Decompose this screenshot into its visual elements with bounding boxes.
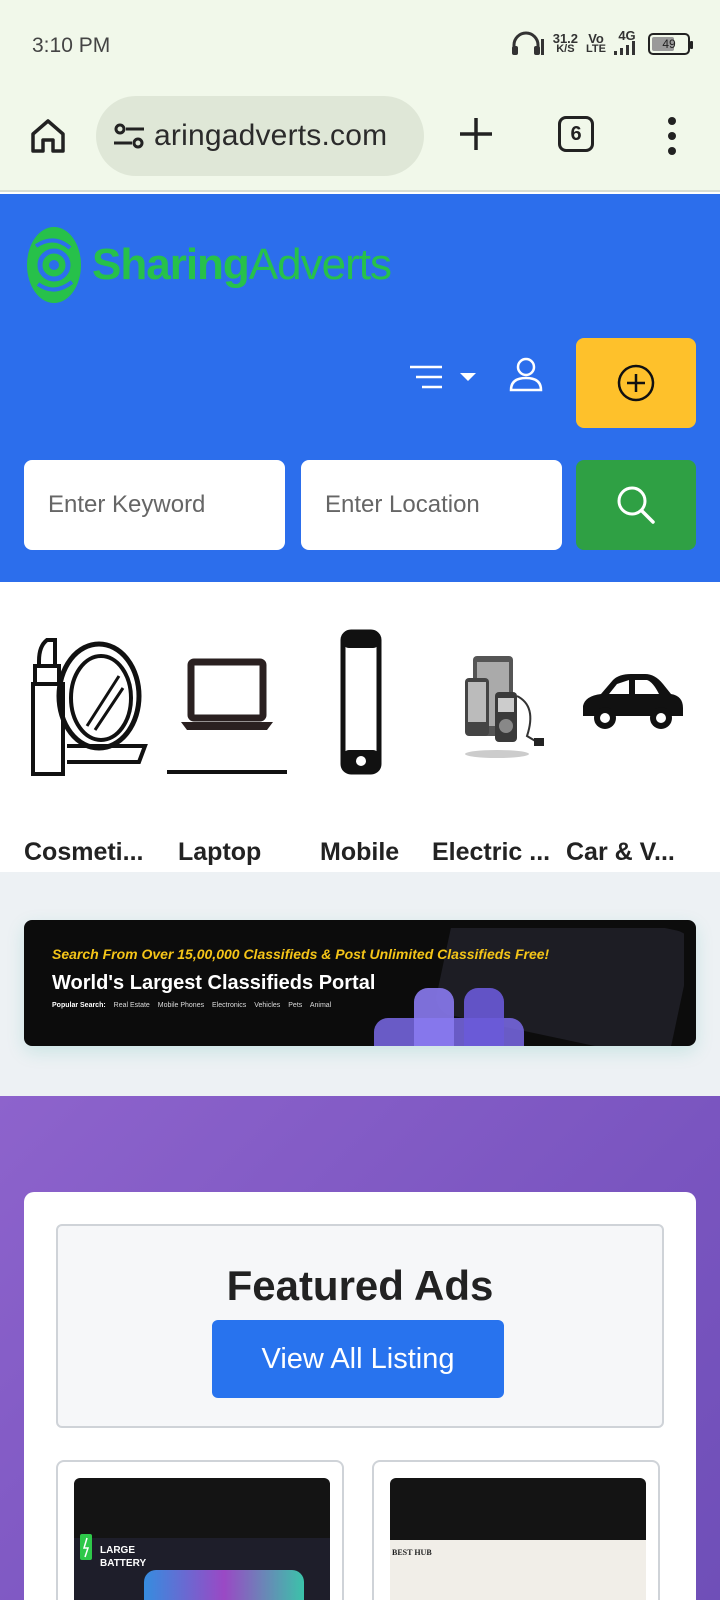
popular-search-item[interactable]: Vehicles (254, 1002, 280, 1009)
signal-icon (614, 41, 635, 55)
banner-section: Search From Over 15,00,000 Classifieds &… (0, 872, 720, 1096)
plus-circle-icon (617, 364, 655, 402)
volte-indicator: Vo LTE (586, 31, 606, 55)
car-icon (583, 674, 683, 729)
popular-search: Popular Search: Real Estate Mobile Phone… (52, 1002, 337, 1009)
cosmetics-icon (31, 638, 148, 776)
mobile-icon (340, 629, 382, 775)
ad-image: BEST HUB (390, 1478, 646, 1600)
category-label: Laptop (178, 838, 262, 866)
category-label: Car & V... (566, 838, 675, 866)
status-icons: 31.2 K/S Vo LTE 4G 49 (511, 29, 693, 58)
popular-search-item[interactable]: Electronics (212, 1002, 246, 1009)
battery-icon: 49 (648, 33, 693, 55)
popular-search-item[interactable]: Real Estate (114, 1002, 150, 1009)
user-icon[interactable] (508, 356, 544, 392)
category-label: Cosmeti... (24, 838, 144, 866)
category-electronics[interactable]: Electric ... (432, 626, 562, 866)
popular-search-item[interactable]: Mobile Phones (158, 1002, 204, 1009)
category-strip: Cosmeti... Laptop Mobile Electric ... Ca… (0, 582, 720, 872)
network-type: 4G (614, 29, 640, 58)
popular-search-item[interactable]: Animal (310, 1002, 331, 1009)
banner-title: World's Largest Classifieds Portal (52, 972, 376, 994)
category-label: Electric ... (432, 838, 551, 866)
laptop-icon (167, 658, 287, 774)
ad-brand: BEST HUB (392, 1548, 432, 1557)
promo-banner[interactable]: Search From Over 15,00,000 Classifieds &… (24, 920, 696, 1046)
category-label: Mobile (320, 838, 400, 866)
logo-text-light: Adverts (248, 240, 392, 289)
url-text: aringadverts.com (154, 119, 388, 152)
hamburger-icon (410, 365, 442, 389)
net-speed: 31.2 K/S (552, 31, 579, 55)
popular-search-label: Popular Search: (52, 1002, 106, 1009)
more-menu-icon[interactable] (664, 116, 680, 156)
ad-card[interactable]: LARGE BATTERY (56, 1460, 344, 1600)
site-settings-icon[interactable] (112, 122, 146, 150)
address-bar[interactable]: aringadverts.com (96, 96, 424, 176)
ad-product-graphic-icon (74, 1534, 330, 1600)
caret-down-icon (460, 373, 476, 381)
featured-header: Featured Ads View All Listing (56, 1224, 664, 1428)
view-all-listing-button[interactable]: View All Listing (212, 1320, 504, 1398)
category-car[interactable]: Car & V... (566, 626, 696, 866)
post-ad-button[interactable] (576, 338, 696, 428)
headphones-icon (511, 31, 544, 55)
logo-mark-icon (27, 227, 81, 303)
popular-search-item[interactable]: Pets (288, 1002, 302, 1009)
home-icon[interactable] (28, 116, 68, 156)
ad-badge: LARGE BATTERY (100, 1545, 147, 1569)
location-input[interactable]: Enter Location (301, 460, 562, 550)
browser-toolbar: aringadverts.com 6 (0, 92, 720, 192)
status-bar: 3:10 PM 31.2 K/S Vo LTE 4G 49 (0, 0, 720, 92)
search-icon (617, 486, 655, 524)
status-time: 3:10 PM (32, 34, 111, 57)
tab-switcher-button[interactable]: 6 (558, 116, 594, 152)
new-tab-icon[interactable] (456, 114, 496, 154)
category-laptop[interactable]: Laptop (162, 626, 292, 866)
banner-tagline: Search From Over 15,00,000 Classifieds &… (52, 946, 550, 962)
search-button[interactable] (576, 460, 696, 550)
electronics-icon (465, 656, 544, 758)
site-logo[interactable]: SharingAdverts (26, 226, 392, 304)
page: 3:10 PM 31.2 K/S Vo LTE 4G 49 aringadverts… (0, 0, 720, 1600)
keyword-input[interactable]: Enter Keyword (24, 460, 285, 550)
menu-toggle-button[interactable] (408, 362, 480, 392)
featured-title: Featured Ads (226, 1262, 494, 1309)
featured-card: Featured Ads View All Listing LARGE BATTE… (24, 1192, 696, 1600)
site-header: SharingAdverts Enter Keyword Enter Locat… (0, 194, 720, 582)
category-mobile[interactable]: Mobile (296, 626, 426, 866)
ad-image: LARGE BATTERY (74, 1478, 330, 1600)
ad-card[interactable]: BEST HUB (372, 1460, 660, 1600)
featured-section: Featured Ads View All Listing LARGE BATTE… (0, 1096, 720, 1600)
logo-text-bold: Sharing (92, 240, 250, 289)
category-cosmetics[interactable]: Cosmeti... (24, 626, 154, 866)
